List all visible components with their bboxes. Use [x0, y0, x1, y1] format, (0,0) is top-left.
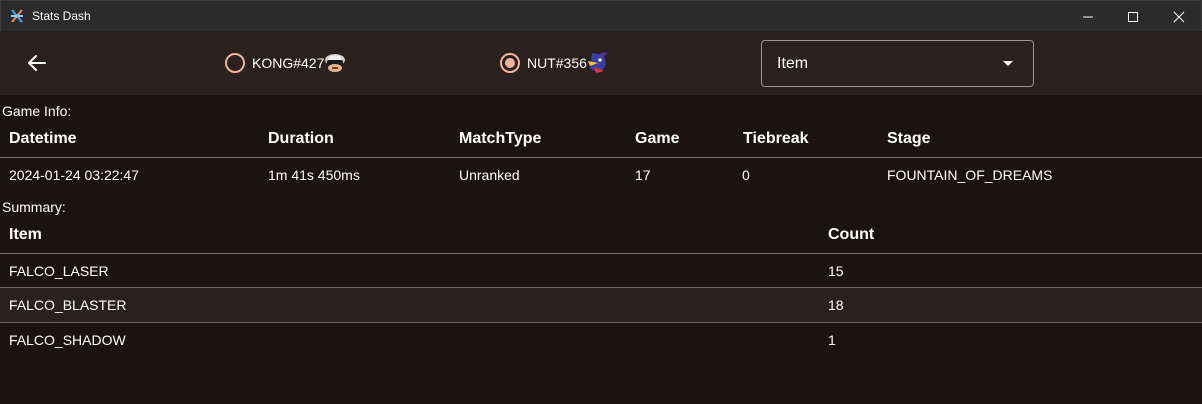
- back-button[interactable]: [24, 51, 50, 75]
- minimize-button[interactable]: [1065, 1, 1111, 32]
- column-header-item: Item: [9, 226, 42, 243]
- close-button[interactable]: [1156, 1, 1202, 32]
- player-radio[interactable]: [225, 53, 245, 73]
- cell-item: FALCO_LASER: [9, 263, 109, 279]
- table-row-highlight: [0, 288, 1202, 322]
- cell-tiebreak: 0: [742, 167, 750, 183]
- column-header-tiebreak: Tiebreak: [743, 130, 809, 147]
- cell-item: FALCO_BLASTER: [9, 297, 127, 313]
- player-tag: KONG#427: [252, 55, 325, 71]
- cell-datetime: 2024-01-24 03:22:47: [9, 167, 139, 183]
- cell-game: 17: [635, 167, 651, 183]
- cell-matchtype: Unranked: [459, 167, 520, 183]
- select-value: Item: [777, 55, 809, 72]
- cell-count: 1: [828, 332, 836, 348]
- cell-count: 15: [828, 263, 844, 279]
- player-radio-selected[interactable]: [500, 53, 520, 73]
- close-icon: [1173, 11, 1185, 23]
- table-divider: [0, 157, 1202, 158]
- game-info-label: Game Info:: [2, 103, 72, 119]
- stat-type-select[interactable]: Item: [761, 40, 1034, 87]
- column-header-stage: Stage: [887, 130, 931, 147]
- cell-count: 18: [828, 297, 844, 313]
- column-header-duration: Duration: [268, 130, 334, 147]
- maximize-button[interactable]: [1110, 1, 1156, 32]
- player-tag: NUT#356: [527, 55, 587, 71]
- summary-label: Summary:: [2, 199, 66, 215]
- app-logo-icon: [11, 9, 23, 23]
- top-app-bar: KONG#427 NUT#356 Item: [0, 31, 1202, 95]
- cell-item: FALCO_SHADOW: [9, 332, 126, 348]
- column-header-count: Count: [828, 226, 875, 243]
- falco-character-icon: [588, 52, 608, 73]
- window-title: Stats Dash: [32, 9, 91, 23]
- donkey-kong-character-icon: [325, 54, 345, 72]
- minimize-icon: [1083, 16, 1093, 18]
- column-header-datetime: Datetime: [9, 130, 77, 147]
- column-header-game: Game: [635, 130, 680, 147]
- cell-stage: FOUNTAIN_OF_DREAMS: [887, 167, 1053, 183]
- table-divider: [0, 322, 1202, 323]
- column-header-matchtype: MatchType: [459, 130, 542, 147]
- caret-down-icon: [1003, 61, 1013, 66]
- arrow-left-icon: [28, 55, 46, 71]
- cell-duration: 1m 41s 450ms: [268, 167, 360, 183]
- window-titlebar[interactable]: Stats Dash: [0, 0, 1202, 31]
- maximize-icon: [1128, 12, 1138, 22]
- table-divider: [0, 253, 1202, 254]
